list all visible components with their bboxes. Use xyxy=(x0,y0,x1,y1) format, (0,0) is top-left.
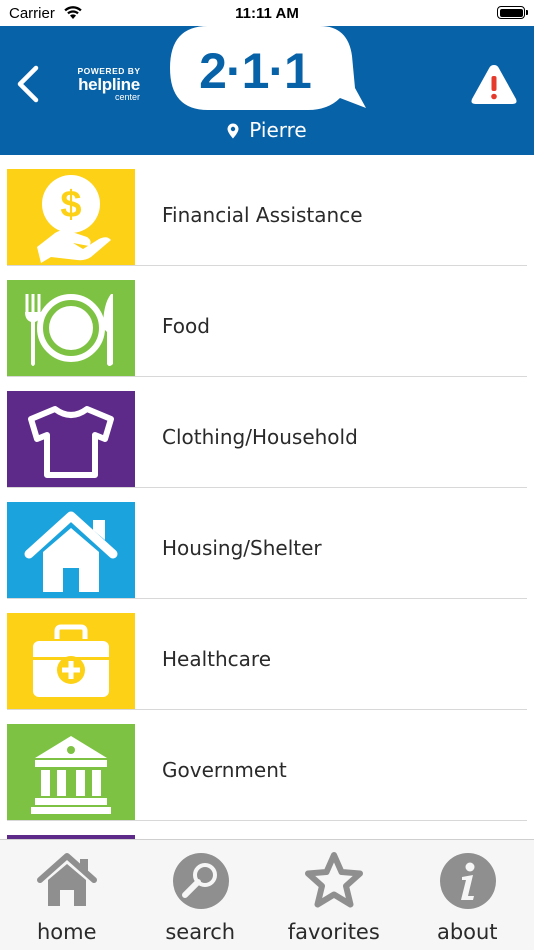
category-housing-shelter[interactable]: Housing/Shelter xyxy=(0,488,527,599)
category-tile xyxy=(7,724,135,820)
tab-home[interactable]: home xyxy=(0,840,134,951)
tab-favorites[interactable]: favorites xyxy=(267,840,401,951)
center-text: center xyxy=(72,93,140,101)
category-list[interactable]: $ Financial Assistance Food Clothing/Hou… xyxy=(0,155,534,839)
warning-icon xyxy=(470,63,518,107)
category-label: Clothing/Household xyxy=(162,425,358,449)
plate-fork-knife-icon xyxy=(7,280,135,376)
category-healthcare[interactable]: Healthcare xyxy=(0,599,527,710)
category-label: Healthcare xyxy=(162,647,271,671)
category-label: Food xyxy=(162,314,210,338)
header-bar: POWERED BY helpline center 2·1·1 Pierre xyxy=(0,26,534,155)
chevron-left-icon xyxy=(14,64,44,104)
info-icon xyxy=(437,850,499,912)
category-label: Government xyxy=(162,758,287,782)
category-tile xyxy=(7,613,135,709)
money-hand-icon: $ xyxy=(7,169,135,265)
status-time: 11:11 AM xyxy=(0,5,534,22)
category-next-partial[interactable] xyxy=(0,821,527,839)
logo-211: 2·1·1 xyxy=(170,42,340,100)
government-building-icon xyxy=(7,724,135,820)
tab-search[interactable]: search xyxy=(134,840,268,951)
tab-label: favorites xyxy=(267,920,401,944)
location-name: Pierre xyxy=(249,118,306,142)
search-icon xyxy=(170,850,232,912)
category-label: Financial Assistance xyxy=(162,203,363,227)
house-icon xyxy=(7,502,135,598)
alert-button[interactable] xyxy=(470,63,518,107)
status-bar: Carrier 11:11 AM xyxy=(0,0,534,26)
tab-label: search xyxy=(134,920,268,944)
category-label: Housing/Shelter xyxy=(162,536,322,560)
tab-label: home xyxy=(0,920,134,944)
category-financial-assistance[interactable]: $ Financial Assistance xyxy=(0,155,527,266)
tab-about[interactable]: about xyxy=(401,840,534,951)
home-icon xyxy=(36,850,98,912)
location-pin-icon xyxy=(227,123,239,139)
svg-text:$: $ xyxy=(60,184,81,226)
tab-bar: home search favorites about xyxy=(0,839,534,950)
back-button[interactable] xyxy=(14,64,44,104)
category-clothing-household[interactable]: Clothing/Household xyxy=(0,377,527,488)
category-tile xyxy=(7,280,135,376)
category-food[interactable]: Food xyxy=(0,266,527,377)
shirt-icon xyxy=(7,391,135,487)
category-tile: $ xyxy=(7,169,135,265)
category-tile xyxy=(7,502,135,598)
helpline-text: helpline xyxy=(72,77,146,93)
powered-by-logo: POWERED BY helpline center xyxy=(72,66,146,101)
tab-label: about xyxy=(401,920,534,944)
location-label[interactable]: Pierre xyxy=(0,118,534,142)
category-government[interactable]: Government xyxy=(0,710,527,821)
battery-icon xyxy=(497,6,525,19)
star-icon xyxy=(303,850,365,912)
medical-kit-icon xyxy=(7,613,135,709)
category-tile xyxy=(7,391,135,487)
